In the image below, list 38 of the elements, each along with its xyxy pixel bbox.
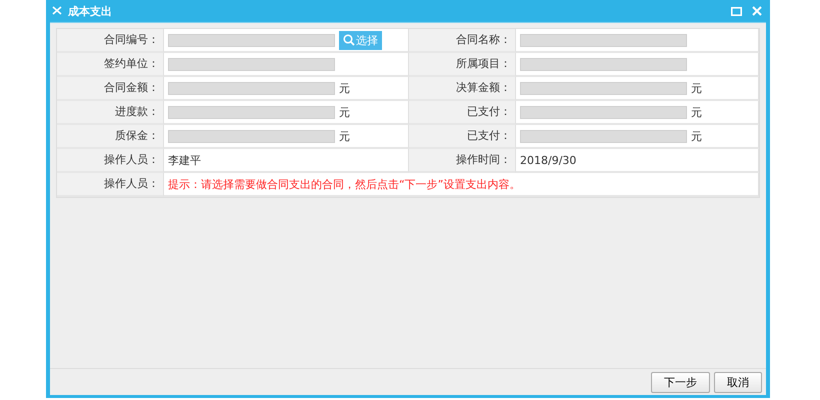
search-icon: [343, 34, 355, 46]
input-field[interactable]: [168, 34, 335, 46]
input-field[interactable]: [520, 82, 687, 94]
dialog-button[interactable]: 取消: [714, 372, 762, 392]
input-field[interactable]: [520, 130, 687, 142]
field-label: 合同金额：: [57, 77, 164, 101]
field-value: 李建平: [168, 152, 201, 168]
field-label: 操作人员：: [57, 173, 164, 197]
field-label: 签约单位：: [57, 53, 164, 77]
unit-label: 元: [339, 128, 350, 144]
field-label: 质保金：: [57, 125, 164, 149]
field-value: 2018/9/30: [520, 154, 576, 166]
window-title: 成本支出: [68, 4, 112, 18]
field-label: 操作人员：: [57, 149, 164, 173]
input-field[interactable]: [168, 58, 335, 70]
input-field[interactable]: [520, 58, 687, 70]
input-field[interactable]: [168, 82, 335, 94]
input-field[interactable]: [168, 106, 335, 118]
input-field[interactable]: [168, 130, 335, 142]
field-label: 合同名称：: [409, 29, 516, 53]
field-label: 操作时间：: [409, 149, 516, 173]
input-field[interactable]: [520, 34, 687, 46]
dialog-button[interactable]: 下一步: [651, 372, 710, 392]
unit-label: 元: [691, 80, 702, 96]
input-field[interactable]: [520, 106, 687, 118]
field-label: 所属项目：: [409, 53, 516, 77]
maximize-icon[interactable]: [731, 6, 742, 16]
field-label: 进度款：: [57, 101, 164, 125]
unit-label: 元: [691, 128, 702, 144]
field-label: 已支付：: [409, 101, 516, 125]
unit-label: 元: [339, 80, 350, 96]
field-label: 决算金额：: [409, 77, 516, 101]
hint-text: 提示：请选择需要做合同支出的合同，然后点击“下一步”设置支出内容。: [168, 176, 520, 192]
close-icon[interactable]: [752, 6, 762, 16]
unit-label: 元: [691, 104, 702, 120]
field-label: 已支付：: [409, 125, 516, 149]
field-label: 合同编号：: [57, 29, 164, 53]
unit-label: 元: [339, 104, 350, 120]
